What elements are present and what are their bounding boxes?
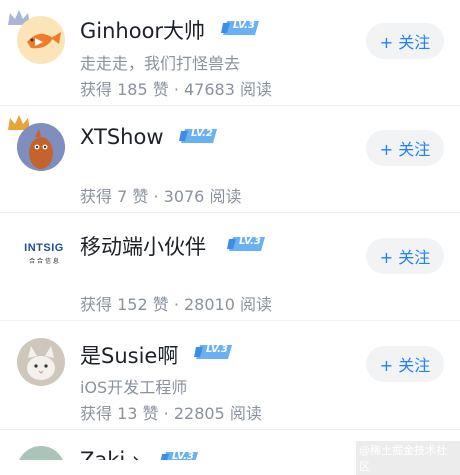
user-card[interactable]: INTSIG 合 合 信 息 移动端小伙伴 LV.3 获得 152 赞 · 28… <box>0 214 460 321</box>
level-badge: LV.3 <box>227 236 265 251</box>
level-badge: LV.2 <box>179 128 217 143</box>
level-badge: LV.3 <box>221 20 259 35</box>
user-name[interactable]: 是Susie啊 <box>80 340 178 370</box>
user-description: iOS开发工程师 <box>80 378 188 397</box>
user-card[interactable]: XTShow LV.2 获得 7 赞 · 3076 阅读 + 关注 <box>0 107 460 214</box>
user-avatar[interactable]: INTSIG 合 合 信 息 <box>17 230 69 278</box>
user-name[interactable]: Ginhoor大帅 <box>80 15 205 45</box>
divider <box>0 320 460 321</box>
user-stats: 获得 13 赞 · 22805 阅读 <box>80 404 262 423</box>
user-card[interactable]: 是Susie啊 LV.3 iOS开发工程师 获得 13 赞 · 22805 阅读… <box>0 322 460 429</box>
level-badge: LV.3 <box>160 451 198 460</box>
user-stats: 获得 7 赞 · 3076 阅读 <box>80 187 242 206</box>
divider <box>0 429 460 430</box>
user-name[interactable]: Zaki › <box>80 448 140 460</box>
user-avatar[interactable] <box>17 16 65 64</box>
follow-button[interactable]: + 关注 <box>366 23 444 59</box>
watermark: @稀土掘金技术社区 <box>356 441 460 475</box>
user-avatar[interactable] <box>17 123 65 171</box>
user-stats: 获得 152 赞 · 28010 阅读 <box>80 295 272 314</box>
user-name[interactable]: XTShow <box>80 125 164 149</box>
bird-avatar-icon <box>17 123 65 171</box>
user-avatar-icon <box>19 446 63 460</box>
user-card[interactable]: Ginhoor大帅 LV.3 走走走，我们打怪兽去 获得 185 赞 · 476… <box>0 0 460 107</box>
fish-avatar-icon <box>17 16 65 64</box>
level-badge: LV.3 <box>194 344 232 359</box>
follow-button[interactable]: + 关注 <box>366 346 444 382</box>
user-stats: 获得 185 赞 · 47683 阅读 <box>80 80 272 99</box>
divider <box>0 212 460 213</box>
follow-button[interactable]: + 关注 <box>366 238 444 274</box>
user-name[interactable]: 移动端小伙伴 <box>80 231 206 261</box>
divider <box>0 105 460 106</box>
intsig-logo: INTSIG 合 合 信 息 <box>24 242 64 265</box>
cat-avatar-icon <box>17 338 65 386</box>
user-description: 走走走，我们打怪兽去 <box>80 54 241 73</box>
follow-button[interactable]: + 关注 <box>366 130 444 166</box>
user-avatar[interactable] <box>17 338 65 386</box>
user-avatar[interactable] <box>17 446 65 460</box>
